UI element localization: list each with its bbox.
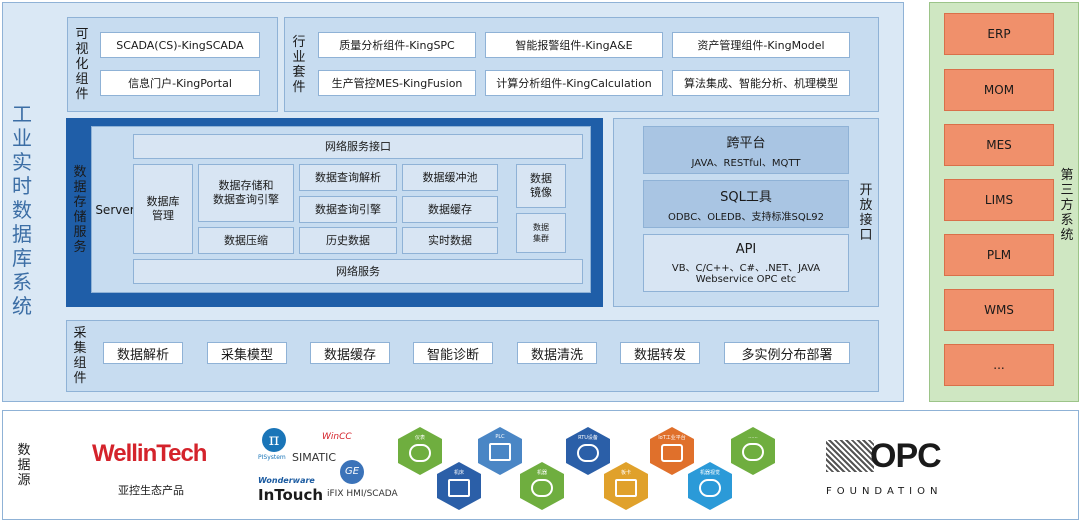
third-party-lims: LIMS [944,179,1054,221]
cross-platform-title: 跨平台 [726,135,766,151]
data-storage-service-label: 数据存储服务 [73,165,87,255]
hex-board-label: 板卡 [620,470,631,476]
open-interface-label: 开放接口 [859,183,873,243]
third-party-more: ... [944,344,1054,386]
kingfusion-box: 生产管控MES-KingFusion [318,70,476,96]
hex-machine-vision-label: 机器视觉 [699,470,720,476]
collect-data-cache: 数据缓存 [310,342,390,364]
pisystem-logo-mark: π [262,428,286,452]
hex-5g-label: ...... [748,434,758,440]
third-party-mom: MOM [944,69,1054,111]
data-compression: 数据压缩 [198,227,294,254]
kingmodel-box: 资产管理组件-KingModel [672,32,850,58]
kingae-box: 智能报警组件-KingA&E [485,32,663,58]
gauge-icon [409,444,431,462]
third-party-wms: WMS [944,289,1054,331]
hex-robot-label: 机器 [536,470,547,476]
sql-tool-title: SQL工具 [720,189,772,205]
plc-icon [489,443,511,461]
ge-logo: GE [340,460,364,484]
api-box: API VB、C/C++、C#、.NET、JAVA Webservice OPC… [643,234,849,292]
kingportal-box: 信息门户-KingPortal [100,70,260,96]
sql-tool-box: SQL工具 ODBC、OLEDB、支持标准SQL92 [643,180,849,228]
third-party-plm: PLM [944,234,1054,276]
data-cache: 数据缓存 [402,196,498,223]
machine-icon [448,479,470,497]
board-icon [615,479,637,497]
5g-icon [742,443,764,461]
simatic-label: SIMATIC [292,451,337,464]
kingspc-box: 质量分析组件-KingSPC [318,32,476,58]
opc-logo-mark [826,440,874,472]
robot-icon [531,479,553,497]
wellintech-logo: WellinTech [92,440,207,467]
data-buffer-pool: 数据缓冲池 [402,164,498,191]
collection-components-label: 采集组件 [73,326,87,386]
data-source-label: 数据源 [17,442,31,488]
server-label: Server [95,203,135,217]
storage-query-engine: 数据存储和 数据查询引擎 [198,164,294,222]
data-cluster: 数据 集群 [516,213,566,253]
collect-smart-diagnosis: 智能诊断 [413,342,493,364]
rtu-icon [577,444,599,462]
collect-model: 采集模型 [207,342,287,364]
db-management: 数据库 管理 [133,164,193,254]
third-party-erp: ERP [944,13,1054,55]
hex-meter-label: 仪表 [414,435,425,441]
hex-plc-label: PLC [495,434,505,440]
data-mirror: 数据 镜像 [516,164,566,208]
industry-suite-label: 行业套件 [292,35,306,95]
system-title: 工业实时数据库系统 [12,102,32,318]
opc-logo-text: OPC [870,437,942,475]
kingscada-box: SCADA(CS)-KingSCADA [100,32,260,58]
opc-foundation-label: FOUNDATION [826,486,943,497]
hex-machine-tool-label: 机床 [453,470,464,476]
third-party-mes: MES [944,124,1054,166]
ifix-label: iFIX HMI/SCADA [327,489,398,499]
query-parse: 数据查询解析 [299,164,397,191]
query-engine: 数据查询引擎 [299,196,397,223]
iot-icon [661,444,683,462]
api-sub-1: VB、C/C++、C#、.NET、JAVA [671,262,821,274]
algorithm-box: 算法集成、智能分析、机理模型 [672,70,850,96]
visualization-components-label: 可视化组件 [75,27,89,102]
collect-data-forward: 数据转发 [620,342,700,364]
api-title: API [735,241,757,257]
sql-tool-sub: ODBC、OLEDB、支持标准SQL92 [667,211,825,223]
collect-data-parse: 数据解析 [103,342,183,364]
api-sub-2: Webservice OPC etc [695,273,797,285]
wincc-label: WinCC [322,432,352,442]
realtime-data: 实时数据 [402,227,498,254]
wellintech-subtitle: 亚控生态产品 [118,484,184,497]
collect-data-cleaning: 数据清洗 [517,342,597,364]
hex-iot-label: IoT工业平台 [658,435,686,441]
collect-multi-instance: 多实例分布部署 [724,342,850,364]
wonderware-label: Wonderware [258,476,315,485]
history-data: 历史数据 [299,227,397,254]
kingcalculation-box: 计算分析组件-KingCalculation [485,70,663,96]
cross-platform-sub: JAVA、RESTful、MQTT [691,157,801,169]
network-service-interface: 网络服务接口 [133,134,583,159]
network-service: 网络服务 [133,259,583,284]
camera-icon [699,479,721,497]
hex-rtu-label: RTU设备 [578,435,598,441]
third-party-label: 第三方系统 [1060,167,1074,243]
cross-platform-box: 跨平台 JAVA、RESTful、MQTT [643,126,849,174]
intouch-label: InTouch [258,486,324,504]
